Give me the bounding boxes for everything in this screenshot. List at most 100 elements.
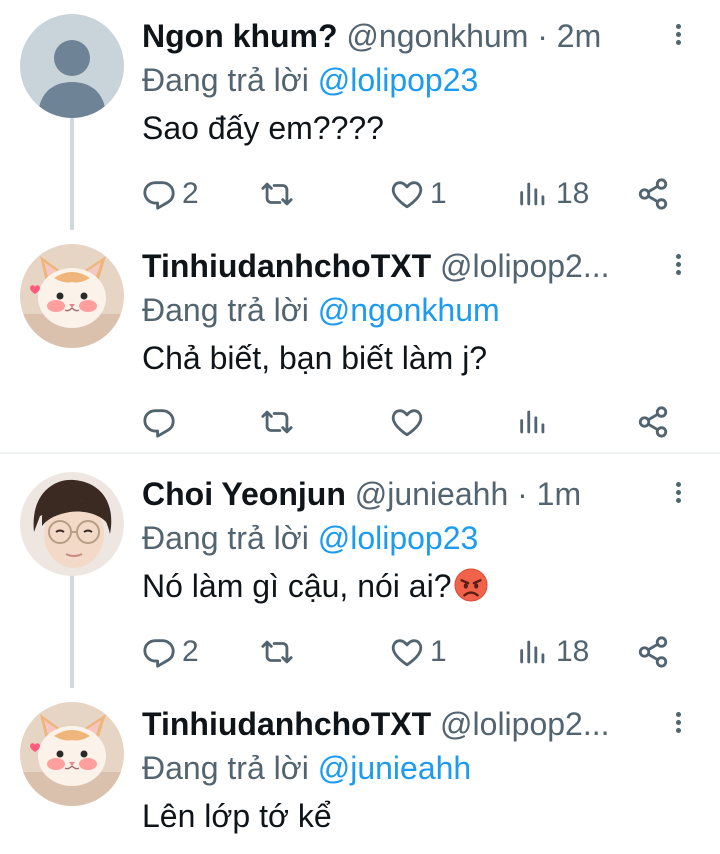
like-button[interactable]: 1 (390, 172, 447, 216)
person-avatar-image (20, 472, 124, 576)
view-count: 18 (556, 635, 590, 668)
tweet-content: TinhiudanhchoTXT @lolipop2... Đang trả l… (142, 244, 700, 450)
tweet-actions: 2 1 18 (142, 172, 682, 216)
reply-icon (142, 177, 176, 211)
reply-icon (142, 405, 176, 439)
retweet-icon (260, 635, 294, 669)
display-name[interactable]: TinhiudanhchoTXT (142, 706, 431, 742)
mention-link[interactable]: @ngonkhum (318, 292, 500, 328)
reply-button[interactable]: 2 (142, 630, 199, 674)
thread-connector-line (70, 576, 74, 688)
retweet-icon (260, 405, 294, 439)
more-dot-icon (675, 720, 681, 725)
more-dot-icon (675, 254, 681, 259)
replying-to-label: Đang trả lời (142, 62, 309, 98)
tweet-content: Choi Yeonjun @junieahh · 1m Đang trả lời… (142, 472, 700, 682)
more-dot-icon (675, 728, 681, 733)
like-count: 1 (430, 635, 447, 668)
tweet-text: Lên lớp tớ kể (142, 798, 332, 834)
cat-avatar[interactable] (20, 244, 124, 348)
views-chart-icon (516, 635, 550, 669)
tweet[interactable]: TinhiudanhchoTXT @lolipop2... Đang trả l… (0, 688, 720, 854)
replying-to: Đang trả lời @lolipop23 (142, 518, 478, 558)
more-options-button[interactable] (666, 252, 690, 282)
mention-link[interactable]: @lolipop23 (318, 62, 479, 98)
replying-to-label: Đang trả lời (142, 750, 309, 786)
display-name[interactable]: Choi Yeonjun (142, 476, 346, 512)
share-button[interactable] (636, 172, 670, 216)
like-count: 1 (430, 177, 447, 210)
tweet-text: Sao đấy em???? (142, 110, 384, 146)
replying-to: Đang trả lời @ngonkhum (142, 290, 500, 330)
views-button[interactable]: 18 (516, 172, 589, 216)
display-name[interactable]: Ngon khum? (142, 18, 338, 54)
more-options-button[interactable] (666, 22, 690, 52)
more-dot-icon (675, 40, 681, 45)
reply-count: 2 (182, 177, 199, 210)
tweet-actions (142, 400, 682, 444)
heart-icon (390, 177, 424, 211)
tweet[interactable]: Choi Yeonjun @junieahh · 1m Đang trả lời… (0, 458, 720, 688)
retweet-button[interactable] (260, 400, 294, 444)
angry-face-emoji-icon (453, 568, 488, 602)
reply-button[interactable]: 2 (142, 172, 199, 216)
like-button[interactable]: 1 (390, 630, 447, 674)
handle-and-time[interactable]: @ngonkhum · 2m (346, 18, 601, 54)
handle-and-time[interactable]: @lolipop2... (440, 706, 609, 742)
tweet-text-container: Nó làm gì cậu, nói ai? (142, 564, 488, 608)
handle-and-time[interactable]: @lolipop2... (440, 248, 609, 284)
thread-divider (0, 452, 720, 454)
more-dot-icon (675, 482, 681, 487)
more-dot-icon (675, 270, 681, 275)
share-button[interactable] (636, 630, 670, 674)
heart-icon (390, 635, 424, 669)
cat-avatar-image (20, 244, 124, 348)
replying-to-label: Đang trả lời (142, 292, 309, 328)
more-dot-icon (675, 24, 681, 29)
tweet-header: Choi Yeonjun @junieahh · 1m (142, 472, 662, 516)
like-button[interactable] (390, 400, 430, 444)
more-dot-icon (675, 262, 681, 267)
retweet-button[interactable] (260, 172, 294, 216)
default-avatar[interactable] (20, 14, 124, 118)
tweet[interactable]: TinhiudanhchoTXT @lolipop2... Đang trả l… (0, 230, 720, 452)
tweet-text: Nó làm gì cậu, nói ai? (142, 568, 452, 604)
conversation-thread: Ngon khum? @ngonkhum · 2m Đang trả lời @… (0, 0, 720, 854)
heart-icon (390, 405, 424, 439)
more-dot-icon (675, 498, 681, 503)
replying-to: Đang trả lời @lolipop23 (142, 60, 478, 100)
views-button[interactable]: 18 (516, 630, 589, 674)
retweet-button[interactable] (260, 630, 294, 674)
cat-avatar[interactable] (20, 702, 124, 806)
views-button[interactable] (516, 400, 556, 444)
handle-and-time[interactable]: @junieahh · 1m (355, 476, 581, 512)
share-icon (636, 177, 670, 211)
cat-avatar-image (20, 702, 124, 806)
mention-link[interactable]: @junieahh (318, 750, 471, 786)
share-button[interactable] (636, 400, 670, 444)
views-chart-icon (516, 177, 550, 211)
tweet[interactable]: Ngon khum? @ngonkhum · 2m Đang trả lời @… (0, 0, 720, 230)
more-dot-icon (675, 32, 681, 37)
display-name[interactable]: TinhiudanhchoTXT (142, 248, 431, 284)
more-options-button[interactable] (666, 480, 690, 510)
reply-icon (142, 635, 176, 669)
tweet-actions: 2 1 18 (142, 630, 682, 674)
tweet-header: Ngon khum? @ngonkhum · 2m (142, 14, 662, 58)
tweet-content: Ngon khum? @ngonkhum · 2m Đang trả lời @… (142, 14, 700, 224)
more-options-button[interactable] (666, 710, 690, 740)
tweet-text: Chả biết, bạn biết làm j? (142, 340, 488, 376)
more-dot-icon (675, 712, 681, 717)
tweet-header: TinhiudanhchoTXT @lolipop2... (142, 244, 662, 288)
tweet-content: TinhiudanhchoTXT @lolipop2... Đang trả l… (142, 702, 700, 852)
views-chart-icon (516, 405, 550, 439)
thread-connector-line (70, 118, 74, 230)
share-icon (636, 405, 670, 439)
reply-button[interactable] (142, 400, 182, 444)
replying-to-label: Đang trả lời (142, 520, 309, 556)
share-icon (636, 635, 670, 669)
mention-link[interactable]: @lolipop23 (318, 520, 479, 556)
more-dot-icon (675, 490, 681, 495)
default-avatar-icon (20, 14, 124, 118)
person-avatar[interactable] (20, 472, 124, 576)
